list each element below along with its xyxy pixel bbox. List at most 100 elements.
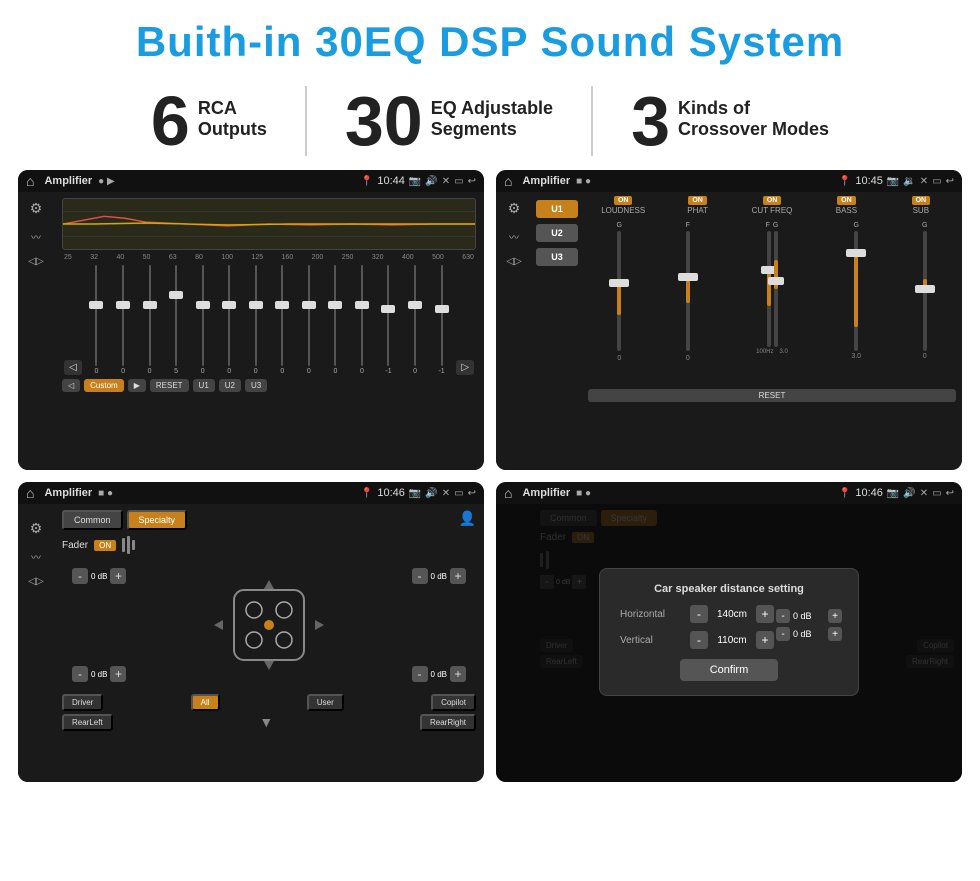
fader-sidebar-icon-1[interactable]: ⚙ <box>30 512 43 537</box>
on-bass[interactable]: ON <box>837 196 856 205</box>
fader-tab-specialty[interactable]: Specialty <box>127 510 188 530</box>
crossover-x-icon[interactable]: ✕ <box>920 176 928 187</box>
eq-u1-btn[interactable]: U1 <box>193 379 215 392</box>
eq-slider-7[interactable]: 0 <box>244 265 268 375</box>
dialog-db2-plus[interactable]: + <box>828 627 842 641</box>
eq-reset-btn[interactable]: RESET <box>150 379 189 392</box>
crossover-sidebar-icon-3[interactable]: ◁▷ <box>506 256 521 267</box>
dialog-confirm-btn[interactable]: Confirm <box>680 659 779 681</box>
fader-home-icon[interactable]: ⌂ <box>26 485 34 501</box>
preset-u2[interactable]: U2 <box>536 224 578 242</box>
eq-slider-13[interactable]: 0 <box>403 265 427 375</box>
db-tr-minus[interactable]: - <box>412 568 428 584</box>
eq-sidebar-icon-2[interactable]: 〰 <box>31 229 41 244</box>
eq-slider-9[interactable]: 0 <box>297 265 321 375</box>
phat-thumb[interactable] <box>678 273 698 281</box>
on-sub[interactable]: ON <box>912 196 931 205</box>
eq-slider-11[interactable]: 0 <box>350 265 374 375</box>
fader-sidebar-icon-2[interactable]: 〰 <box>31 549 41 564</box>
eq-left-arrow[interactable]: ◁ <box>64 360 82 375</box>
on-cutfreq[interactable]: ON <box>763 196 782 205</box>
eq-home-icon[interactable]: ⌂ <box>26 173 34 189</box>
preset-u1[interactable]: U1 <box>536 200 578 218</box>
crossover-sidebar-icon-2[interactable]: 〰 <box>509 229 519 244</box>
dialog-home-icon[interactable]: ⌂ <box>504 485 512 501</box>
eq-slider-3[interactable]: 0 <box>138 265 162 375</box>
fader-tab-common[interactable]: Common <box>62 510 123 530</box>
eq-u3-btn[interactable]: U3 <box>245 379 267 392</box>
dialog-x-icon[interactable]: ✕ <box>920 488 928 499</box>
dialog-pin-icon: 📍 <box>839 488 851 499</box>
crossover-content: ⚙ 〰 ◁▷ U1 U2 U3 ON LOUDNESS ON PH <box>496 192 962 470</box>
eq-slider-5[interactable]: 0 <box>191 265 215 375</box>
eq-right-arrow[interactable]: ▷ <box>456 360 474 375</box>
stat-text-crossover: Kinds of Crossover Modes <box>678 86 829 140</box>
crossover-home-icon[interactable]: ⌂ <box>504 173 512 189</box>
fader-copilot-btn[interactable]: Copilot <box>431 694 476 711</box>
dialog-window-icon: ▭ <box>932 488 941 499</box>
crossover-status-bar: ⌂ Amplifier ■ ● 📍 10:45 📷 🔉 ✕ ▭ ↩ <box>496 170 962 192</box>
bass-thumb[interactable] <box>846 249 866 257</box>
eq-u2-btn[interactable]: U2 <box>219 379 241 392</box>
fader-rearleft-btn[interactable]: RearLeft <box>62 714 113 731</box>
fader-on-badge[interactable]: ON <box>94 540 116 551</box>
cutfreq-g-thumb[interactable] <box>768 277 784 285</box>
crossover-sidebar-icon-1[interactable]: ⚙ <box>508 200 521 217</box>
eq-play-btn[interactable]: ▶ <box>128 379 146 392</box>
eq-sidebar-icon-3[interactable]: ◁▷ <box>28 256 43 267</box>
eq-custom-btn[interactable]: Custom <box>84 379 124 392</box>
preset-u3[interactable]: U3 <box>536 248 578 266</box>
fader-sidebar-icon-3[interactable]: ◁▷ <box>28 576 43 587</box>
dialog-horizontal-plus[interactable]: + <box>756 605 774 623</box>
loudness-thumb[interactable] <box>609 279 629 287</box>
eq-slider-12[interactable]: -1 <box>377 265 401 375</box>
db-br-plus[interactable]: + <box>450 666 466 682</box>
fader-all-btn[interactable]: All <box>191 694 220 711</box>
label-loudness: LOUDNESS <box>601 206 645 215</box>
db-br-minus[interactable]: - <box>412 666 428 682</box>
fader-rearright-btn[interactable]: RearRight <box>420 714 476 731</box>
eq-back-icon[interactable]: ↩ <box>468 176 476 187</box>
eq-slider-14[interactable]: -1 <box>430 265 454 375</box>
db-tl-minus[interactable]: - <box>72 568 88 584</box>
db-bl-minus[interactable]: - <box>72 666 88 682</box>
fader-back-icon[interactable]: ↩ <box>468 488 476 499</box>
eq-prev-btn[interactable]: ◁ <box>62 379 80 392</box>
dialog-back-icon[interactable]: ↩ <box>946 488 954 499</box>
fader-profile-icon[interactable]: 👤 <box>459 510 476 530</box>
fader-x-icon[interactable]: ✕ <box>442 488 450 499</box>
sub-thumb[interactable] <box>915 285 935 293</box>
fader-driver-btn[interactable]: Driver <box>62 694 103 711</box>
db-tl-plus[interactable]: + <box>110 568 126 584</box>
eq-slider-4[interactable]: 5 <box>164 265 188 375</box>
dialog-db1-plus[interactable]: + <box>828 609 842 623</box>
eq-slider-8[interactable]: 0 <box>271 265 295 375</box>
eq-slider-6[interactable]: 0 <box>217 265 241 375</box>
on-loudness[interactable]: ON <box>614 196 633 205</box>
dialog-vertical-minus[interactable]: - <box>690 631 708 649</box>
on-phat[interactable]: ON <box>688 196 707 205</box>
eq-slider-10[interactable]: 0 <box>324 265 348 375</box>
dialog-db2-minus[interactable]: - <box>776 627 790 641</box>
dialog-db1-minus[interactable]: - <box>776 609 790 623</box>
freq-32: 32 <box>90 254 98 261</box>
dialog-dot-icons: ■ ● <box>576 488 591 499</box>
freq-400: 400 <box>402 254 414 261</box>
eq-slider-1[interactable]: 0 <box>85 265 109 375</box>
dialog-horizontal-minus[interactable]: - <box>690 605 708 623</box>
eq-slider-2[interactable]: 0 <box>111 265 135 375</box>
fader-user-btn[interactable]: User <box>307 694 344 711</box>
db-bl-plus[interactable]: + <box>110 666 126 682</box>
crossover-reset-btn[interactable]: RESET <box>588 389 956 402</box>
fader-sidebar: ⚙ 〰 ◁▷ <box>18 504 54 782</box>
eq-time: 10:44 <box>377 175 405 187</box>
stat-number-6: 6 <box>151 86 190 156</box>
fader-down-arrow[interactable]: ▼ <box>259 714 273 731</box>
cutfreq-group: F G <box>725 222 819 355</box>
eq-sidebar-icon-1[interactable]: ⚙ <box>30 200 43 217</box>
eq-status-bar: ⌂ Amplifier ● ▶ 📍 10:44 📷 🔊 ✕ ▭ ↩ <box>18 170 484 192</box>
crossover-back-icon[interactable]: ↩ <box>946 176 954 187</box>
dialog-vertical-plus[interactable]: + <box>756 631 774 649</box>
eq-x-icon[interactable]: ✕ <box>442 176 450 187</box>
db-tr-plus[interactable]: + <box>450 568 466 584</box>
